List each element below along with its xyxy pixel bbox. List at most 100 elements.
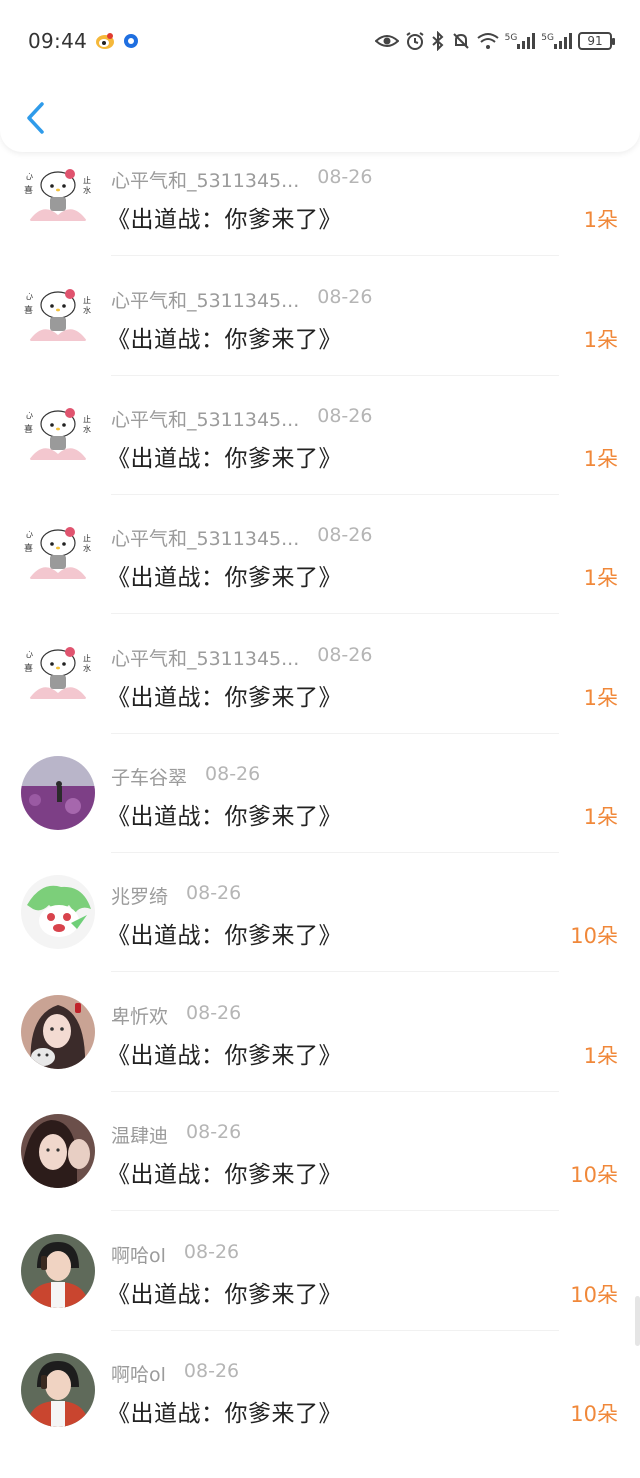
avatar[interactable]	[21, 995, 95, 1069]
svg-text:心: 心	[24, 410, 33, 421]
date: 08-26	[186, 1121, 242, 1143]
svg-text:喜: 喜	[24, 423, 33, 435]
battery-icon: 91	[578, 32, 615, 50]
list-item[interactable]: 心喜 止水 心平气和_5311345... 08-26 《出道战：你爹来了》 1…	[0, 398, 640, 523]
svg-text:水: 水	[83, 305, 91, 315]
date: 08-26	[205, 763, 261, 785]
item-title: 《出道战：你爹来了》	[107, 446, 342, 472]
svg-text:止: 止	[83, 653, 91, 663]
divider	[111, 1210, 559, 1211]
status-time: 09:44	[28, 29, 88, 53]
back-button[interactable]	[20, 96, 50, 140]
svg-text:水: 水	[83, 185, 91, 195]
divider	[111, 255, 559, 256]
item-title: 《出道战：你爹来了》	[107, 685, 342, 711]
svg-text:心: 心	[24, 171, 33, 182]
meta-line: 子车谷翠 08-26	[111, 763, 260, 790]
username[interactable]: 啊哈ol	[111, 1241, 166, 1268]
svg-text:止: 止	[83, 175, 91, 185]
wifi-icon	[476, 32, 499, 50]
list-item[interactable]: 卑忻欢 08-26 《出道战：你爹来了》 1朵	[0, 995, 640, 1120]
meta-line: 心平气和_5311345... 08-26	[111, 166, 372, 193]
divider	[111, 733, 559, 734]
meta-line: 啊哈ol 08-26	[111, 1360, 239, 1387]
divider	[111, 1091, 559, 1092]
meta-line: 卑忻欢 08-26	[111, 1002, 241, 1029]
list-item[interactable]: 啊哈ol 08-26 《出道战：你爹来了》 10朵	[0, 1234, 640, 1359]
list-item[interactable]: 心喜 止水 心平气和_5311345... 08-26 《出道战：你爹来了》 1…	[0, 637, 640, 762]
svg-text:水: 水	[83, 663, 91, 673]
item-title: 《出道战：你爹来了》	[107, 1282, 342, 1308]
item-title: 《出道战：你爹来了》	[107, 327, 342, 353]
username[interactable]: 心平气和_5311345...	[111, 166, 299, 193]
avatar[interactable]: 心喜 止水	[21, 517, 95, 591]
flower-count: 1朵	[583, 566, 618, 590]
svg-text:止: 止	[83, 295, 91, 305]
svg-text:水: 水	[83, 424, 91, 434]
item-title: 《出道战：你爹来了》	[107, 207, 342, 233]
flower-count: 1朵	[583, 447, 618, 471]
divider	[111, 971, 559, 972]
signal-icon-2: 5G	[541, 33, 572, 49]
avatar[interactable]	[21, 1234, 95, 1308]
flower-count: 10朵	[570, 1402, 618, 1426]
svg-text:喜: 喜	[24, 304, 33, 316]
list-item[interactable]: 心喜 止水 心平气和_5311345... 08-26 《出道战：你爹来了》 1…	[0, 517, 640, 642]
list-item[interactable]: 温肆迪 08-26 《出道战：你爹来了》 10朵	[0, 1114, 640, 1239]
username[interactable]: 啊哈ol	[111, 1360, 166, 1387]
meta-line: 心平气和_5311345... 08-26	[111, 286, 372, 313]
avatar[interactable]: 心喜 止水	[21, 398, 95, 472]
weibo-icon	[95, 32, 115, 50]
signal-5g-label-2: 5G	[541, 33, 554, 43]
username[interactable]: 心平气和_5311345...	[111, 405, 299, 432]
app-notification-icon	[123, 33, 139, 49]
avatar[interactable]: 心喜 止水	[21, 637, 95, 711]
date: 08-26	[317, 405, 373, 427]
meta-line: 啊哈ol 08-26	[111, 1241, 239, 1268]
battery-level: 91	[587, 34, 603, 48]
avatar[interactable]	[21, 1353, 95, 1427]
flower-count: 1朵	[583, 686, 618, 710]
scrollbar[interactable]	[635, 1296, 640, 1346]
list-item[interactable]: 兆罗绮 08-26 《出道战：你爹来了》 10朵	[0, 875, 640, 1000]
flower-count: 1朵	[583, 208, 618, 232]
meta-line: 心平气和_5311345... 08-26	[111, 405, 372, 432]
date: 08-26	[317, 644, 373, 666]
top-header: 09:44 5G 5G 91	[0, 0, 640, 152]
status-right: 5G 5G 91	[374, 31, 640, 51]
avatar[interactable]: 心喜 止水	[21, 279, 95, 353]
item-title: 《出道战：你爹来了》	[107, 565, 342, 591]
flower-count: 1朵	[583, 805, 618, 829]
flower-count: 10朵	[570, 924, 618, 948]
username[interactable]: 子车谷翠	[111, 763, 187, 790]
item-title: 《出道战：你爹来了》	[107, 923, 342, 949]
svg-text:水: 水	[83, 543, 91, 553]
svg-text:心: 心	[24, 649, 33, 660]
svg-text:喜: 喜	[24, 542, 33, 554]
status-left: 09:44	[0, 29, 139, 53]
divider	[111, 613, 559, 614]
status-bar: 09:44 5G 5G 91	[0, 22, 640, 60]
item-title: 《出道战：你爹来了》	[107, 804, 342, 830]
divider	[111, 1330, 559, 1331]
username[interactable]: 心平气和_5311345...	[111, 524, 299, 551]
list-item[interactable]: 心喜 止水 心平气和_5311345... 08-26 《出道战：你爹来了》 1…	[0, 279, 640, 404]
username[interactable]: 心平气和_5311345...	[111, 644, 299, 671]
username[interactable]: 温肆迪	[111, 1121, 168, 1148]
item-title: 《出道战：你爹来了》	[107, 1043, 342, 1069]
avatar[interactable]: 心喜 止水	[21, 159, 95, 233]
svg-text:喜: 喜	[24, 662, 33, 674]
avatar[interactable]	[21, 756, 95, 830]
flower-count: 1朵	[583, 1044, 618, 1068]
username[interactable]: 兆罗绮	[111, 882, 168, 909]
flower-count: 1朵	[583, 328, 618, 352]
username[interactable]: 心平气和_5311345...	[111, 286, 299, 313]
date: 08-26	[186, 1002, 242, 1024]
username[interactable]: 卑忻欢	[111, 1002, 168, 1029]
list-item[interactable]: 子车谷翠 08-26 《出道战：你爹来了》 1朵	[0, 756, 640, 881]
avatar[interactable]	[21, 875, 95, 949]
list-item[interactable]: 心喜 止水 心平气和_5311345... 08-26 《出道战：你爹来了》 1…	[0, 159, 640, 284]
avatar[interactable]	[21, 1114, 95, 1188]
list-item[interactable]: 啊哈ol 08-26 《出道战：你爹来了》 10朵	[0, 1353, 640, 1478]
meta-line: 心平气和_5311345... 08-26	[111, 644, 372, 671]
